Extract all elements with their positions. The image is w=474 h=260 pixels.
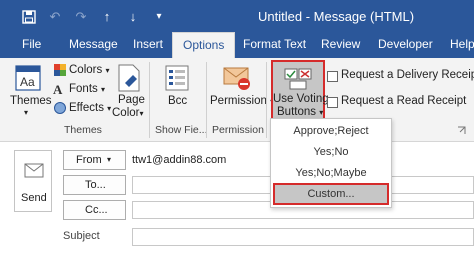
svg-text:Aa: Aa (20, 75, 35, 89)
read-receipt-checkbox[interactable] (327, 97, 338, 108)
ribbon: Aa Themes ▾ Colors ▾ A Fonts ▾ Effects ▾… (0, 58, 474, 142)
subject-field[interactable] (132, 228, 474, 246)
window-title: Untitled - Message (HTML) (258, 9, 415, 24)
themes-icon[interactable]: Aa (14, 64, 42, 95)
from-address: ttw1@addin88.com (132, 154, 227, 166)
bcc-button-label[interactable]: Bcc (168, 95, 187, 107)
save-icon[interactable] (22, 10, 36, 24)
delivery-receipt-checkbox[interactable] (327, 71, 338, 82)
customize-qat-icon[interactable]: ▾ (152, 10, 166, 24)
group-separator (206, 62, 207, 138)
from-label: From (76, 154, 102, 166)
read-receipt-label[interactable]: Request a Read Receipt (341, 95, 466, 107)
permission-button-label[interactable]: Permission ▾ (210, 95, 274, 107)
quick-access-toolbar: ↶ ↷ ↑ ↓ ▾ (22, 8, 166, 26)
menu-item-custom[interactable]: Custom... (273, 183, 389, 205)
group-separator (149, 62, 150, 138)
tab-options[interactable]: Options (172, 32, 236, 58)
delivery-receipt-label[interactable]: Request a Delivery Receipt (341, 69, 474, 81)
effects-button-label[interactable]: Effects ▾ (69, 102, 111, 114)
subject-label: Subject (63, 230, 100, 242)
send-label: Send (21, 192, 47, 204)
colors-button-label[interactable]: Colors ▾ (69, 64, 109, 76)
themes-button-label[interactable]: Themes (10, 95, 52, 107)
compose-area: Send From ▾ ttw1@addin88.com To... Cc...… (0, 142, 474, 260)
send-button[interactable]: Send (14, 150, 52, 212)
voting-buttons-icon (284, 66, 312, 93)
fonts-button-label[interactable]: Fonts ▾ (69, 83, 105, 95)
tab-help[interactable]: Help (450, 32, 474, 58)
from-dropdown-icon: ▾ (107, 155, 112, 164)
effects-icon (53, 101, 67, 118)
voting-label-line1: Use Voting (273, 93, 329, 105)
cc-button[interactable]: Cc... (63, 200, 126, 220)
themes-dropdown-icon[interactable]: ▾ (24, 108, 28, 117)
bcc-icon[interactable] (163, 64, 191, 95)
to-button[interactable]: To... (63, 175, 126, 195)
menu-item-approve-reject[interactable]: Approve;Reject (271, 120, 391, 142)
tab-developer[interactable]: Developer (378, 32, 433, 58)
to-label: To... (85, 179, 106, 191)
title-bar: ↶ ↷ ↑ ↓ ▾ Untitled - Message (HTML) (0, 0, 474, 32)
tab-review[interactable]: Review (321, 32, 360, 58)
redo-icon[interactable]: ↷ (74, 10, 88, 24)
menu-item-yes-no[interactable]: Yes;No (271, 141, 391, 163)
svg-text:A: A (53, 82, 63, 96)
undo-icon[interactable]: ↶ (48, 10, 62, 24)
colors-icon (53, 63, 67, 80)
down-arrow-icon[interactable]: ↓ (126, 10, 140, 24)
tab-file[interactable]: File (22, 32, 41, 58)
from-button[interactable]: From ▾ (63, 150, 126, 170)
fonts-icon: A (53, 82, 67, 99)
ribbon-tabs: File Message Insert Options Format Text … (0, 32, 474, 58)
dialog-launcher-icon[interactable] (457, 126, 466, 138)
permission-group-label: Permission (212, 124, 264, 136)
page-color-label-line1[interactable]: Page (118, 94, 145, 106)
tab-message[interactable]: Message (69, 32, 118, 58)
page-color-icon[interactable] (115, 63, 143, 96)
show-fields-group-label: Show Fie... (155, 124, 208, 136)
up-arrow-icon[interactable]: ↑ (100, 10, 114, 24)
permission-icon[interactable] (222, 64, 252, 95)
tab-format-text[interactable]: Format Text (243, 32, 306, 58)
group-separator (266, 62, 267, 138)
cc-label: Cc... (85, 204, 108, 216)
send-icon (24, 161, 44, 182)
tab-insert[interactable]: Insert (133, 32, 163, 58)
page-color-label-line2[interactable]: Color▾ (112, 107, 144, 119)
voting-buttons-menu: Approve;Reject Yes;No Yes;No;Maybe Custo… (270, 118, 392, 208)
themes-group-label: Themes (64, 124, 102, 136)
voting-label-line2: Buttons ▾ (277, 106, 324, 118)
menu-item-yes-no-maybe[interactable]: Yes;No;Maybe (271, 162, 391, 184)
